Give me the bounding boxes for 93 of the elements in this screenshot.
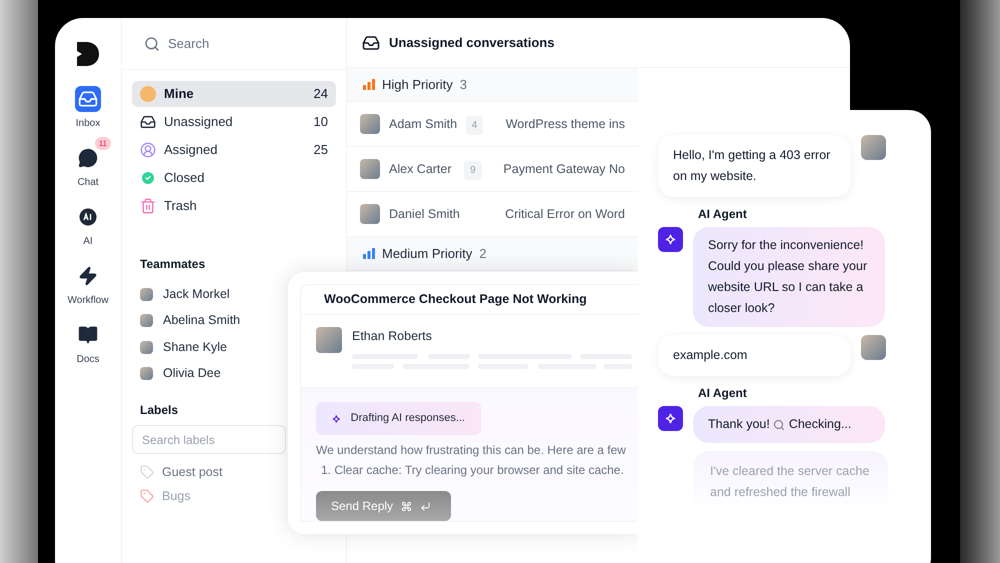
rail-item[interactable]: Workflow <box>58 255 118 308</box>
priority-label: Medium Priority <box>382 244 472 263</box>
conversation-subject: WordPress theme ins <box>506 116 625 133</box>
folder-label: Unassigned <box>164 113 234 132</box>
ai-chip-icon <box>78 207 98 227</box>
teammate-name[interactable]: Olivia Dee <box>163 364 221 384</box>
avatar <box>140 314 153 328</box>
priority-label: High Priority <box>382 76 453 94</box>
customer-name: Ethan Roberts <box>352 328 433 345</box>
draft-step: 1. Clear cache: Try clearing your browser and site cache. <box>316 461 625 479</box>
rail-item[interactable]: AI <box>58 196 118 249</box>
avatar <box>360 114 380 134</box>
priority-header[interactable]: High Priority 3 <box>347 68 638 102</box>
avatar <box>140 288 153 301</box>
avatar <box>140 86 156 102</box>
conversation-row[interactable]: Alex Carter 9 Payment Gateway No <box>347 147 638 192</box>
logo-icon <box>77 42 99 66</box>
sparkle-icon <box>332 412 341 424</box>
message-count: 9 <box>464 161 482 180</box>
conversation-row[interactable]: Adam Smith 4 WordPress theme ins <box>347 102 638 147</box>
folder-item[interactable]: Mine 24 <box>132 81 336 107</box>
enter-key-icon <box>420 500 432 512</box>
inbox-icon <box>362 34 380 52</box>
avatar <box>140 367 153 380</box>
tag-icon <box>140 465 154 479</box>
customer-name: Daniel Smith <box>389 206 461 223</box>
search-input[interactable]: Search <box>168 34 318 54</box>
count-badge: 11 <box>94 137 111 150</box>
sender-name: AI Agent <box>698 385 748 402</box>
check-icon <box>140 170 156 186</box>
ai-status-text: Drafting AI responses... <box>350 411 465 426</box>
chat-icon <box>78 148 98 168</box>
rail-label: Inbox <box>76 117 100 131</box>
inbox-icon <box>78 89 98 109</box>
sparkle-icon <box>665 234 676 245</box>
folder-label: Mine <box>164 85 195 104</box>
folder-item[interactable]: Unassigned 10 <box>132 109 336 135</box>
rail-label: Workflow <box>68 294 108 308</box>
folder-count: 25 <box>314 141 328 160</box>
avatar <box>360 159 380 179</box>
customer-message: example.com <box>658 335 851 376</box>
section-heading: Teammates <box>140 256 206 273</box>
priority-count: 2 <box>479 244 487 263</box>
sparkle-icon <box>665 413 676 424</box>
search-icon <box>773 418 786 431</box>
avatar <box>861 135 886 160</box>
message-count: 4 <box>466 116 484 135</box>
folder-item[interactable]: Trash <box>132 193 336 219</box>
label-item[interactable]: Guest post <box>162 462 222 482</box>
trash-icon <box>140 198 156 214</box>
avatar <box>316 327 342 353</box>
folder-label: Assigned <box>164 141 218 160</box>
avatar <box>861 335 886 360</box>
folder-label: Closed <box>164 169 206 188</box>
inbox-icon <box>140 114 156 130</box>
conversation-subject: Payment Gateway No <box>503 160 625 178</box>
rail-label: Docs <box>76 353 100 367</box>
agent-message-text: Sorry for the inconvenience! Could you please share your website URL so I can take a closer look? <box>708 238 868 315</box>
book-icon <box>78 325 98 345</box>
label-search-field[interactable]: Search labels <box>132 425 286 454</box>
rail-item[interactable]: Inbox <box>58 78 118 131</box>
customer-message: Hello, I'm getting a 403 error on my website. <box>658 135 851 197</box>
rail-label: AI <box>83 235 93 249</box>
user-icon <box>140 142 156 158</box>
search-icon <box>144 36 160 52</box>
avatar <box>140 340 153 354</box>
list-title: Unassigned conversations <box>389 34 554 52</box>
rail-item[interactable]: 11 Chat <box>58 137 118 190</box>
rail-label: Chat <box>77 176 99 190</box>
folder-item[interactable]: Assigned 25 <box>132 137 336 163</box>
customer-name: Adam Smith <box>389 116 458 133</box>
folder-label: Trash <box>164 197 198 216</box>
ticket-title: WooCommerce Checkout Page Not Working <box>324 291 587 308</box>
priority-count: 3 <box>460 76 468 94</box>
folder-item[interactable]: Closed <box>132 165 336 191</box>
command-key-icon <box>401 500 412 512</box>
agent-message-text: Thank you! <box>708 417 770 431</box>
lightning-icon <box>78 266 98 286</box>
draft-text: We understand how frustrating this can be. Here are a few <box>316 442 625 459</box>
tag-icon <box>140 489 154 503</box>
folder-count: 24 <box>314 85 328 104</box>
teammate-name[interactable]: Abelina Smith <box>163 311 240 330</box>
sender-name: AI Agent <box>698 206 748 223</box>
rail-item[interactable]: Docs <box>58 314 118 367</box>
teammate-name[interactable]: Jack Morkel <box>163 284 230 304</box>
customer-name: Alex Carter <box>389 160 453 178</box>
conversation-subject: Critical Error on Word <box>505 206 625 223</box>
folder-count: 10 <box>314 113 328 132</box>
teammate-name[interactable]: Shane Kyle <box>163 338 227 357</box>
agent-message-text: Checking... <box>788 417 852 431</box>
section-heading: Labels <box>140 402 180 419</box>
avatar <box>360 204 380 224</box>
priority-header[interactable]: Medium Priority 2 <box>347 237 638 271</box>
